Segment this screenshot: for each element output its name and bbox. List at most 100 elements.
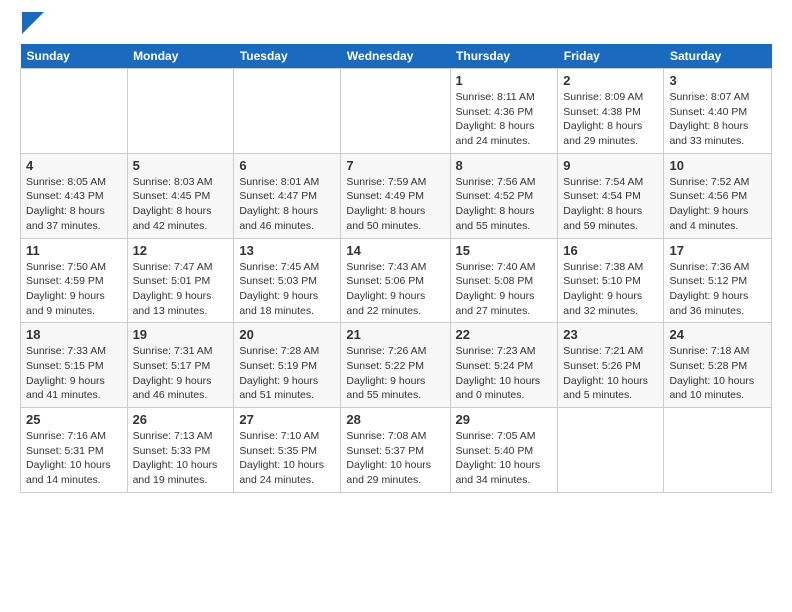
day-number: 8 <box>456 158 553 173</box>
calendar-cell: 20 Sunrise: 7:28 AM Sunset: 5:19 PM Dayli… <box>234 323 341 408</box>
day-info: Sunrise: 7:21 AM Sunset: 5:26 PM Dayligh… <box>563 344 658 403</box>
day-info: Sunrise: 7:13 AM Sunset: 5:33 PM Dayligh… <box>133 429 229 488</box>
col-header-wednesday: Wednesday <box>341 44 450 69</box>
calendar-cell: 16 Sunrise: 7:38 AM Sunset: 5:10 PM Dayli… <box>558 238 664 323</box>
calendar-week-4: 18 Sunrise: 7:33 AM Sunset: 5:15 PM Dayli… <box>21 323 772 408</box>
col-header-tuesday: Tuesday <box>234 44 341 69</box>
day-number: 4 <box>26 158 122 173</box>
calendar-week-3: 11 Sunrise: 7:50 AM Sunset: 4:59 PM Dayli… <box>21 238 772 323</box>
calendar-cell: 6 Sunrise: 8:01 AM Sunset: 4:47 PM Daylig… <box>234 153 341 238</box>
day-number: 23 <box>563 327 658 342</box>
calendar-cell: 1Sunrise: 8:11 AM Sunset: 4:36 PM Daylig… <box>450 69 558 154</box>
day-number: 10 <box>669 158 766 173</box>
calendar-cell: 9 Sunrise: 7:54 AM Sunset: 4:54 PM Daylig… <box>558 153 664 238</box>
calendar-cell: 11 Sunrise: 7:50 AM Sunset: 4:59 PM Dayli… <box>21 238 128 323</box>
col-header-saturday: Saturday <box>664 44 772 69</box>
day-number: 19 <box>133 327 229 342</box>
calendar-cell: 4 Sunrise: 8:05 AM Sunset: 4:43 PM Daylig… <box>21 153 128 238</box>
calendar-cell: 3 Sunrise: 8:07 AM Sunset: 4:40 PM Daylig… <box>664 69 772 154</box>
calendar-cell: 14 Sunrise: 7:43 AM Sunset: 5:06 PM Dayli… <box>341 238 450 323</box>
calendar-cell: 22 Sunrise: 7:23 AM Sunset: 5:24 PM Dayli… <box>450 323 558 408</box>
calendar-cell: 12 Sunrise: 7:47 AM Sunset: 5:01 PM Dayli… <box>127 238 234 323</box>
day-number: 18 <box>26 327 122 342</box>
day-number: 17 <box>669 243 766 258</box>
calendar-week-5: 25Sunrise: 7:16 AM Sunset: 5:31 PM Dayli… <box>21 408 772 493</box>
calendar-cell <box>234 69 341 154</box>
day-info: Sunrise: 7:54 AM Sunset: 4:54 PM Dayligh… <box>563 175 658 234</box>
col-header-thursday: Thursday <box>450 44 558 69</box>
calendar-cell <box>21 69 128 154</box>
calendar-cell: 17 Sunrise: 7:36 AM Sunset: 5:12 PM Dayli… <box>664 238 772 323</box>
calendar-cell: 19 Sunrise: 7:31 AM Sunset: 5:17 PM Dayli… <box>127 323 234 408</box>
day-info: Sunrise: 7:38 AM Sunset: 5:10 PM Dayligh… <box>563 260 658 319</box>
calendar-cell: 10 Sunrise: 7:52 AM Sunset: 4:56 PM Dayli… <box>664 153 772 238</box>
day-info: Sunrise: 8:09 AM Sunset: 4:38 PM Dayligh… <box>563 90 658 149</box>
day-info: Sunrise: 8:07 AM Sunset: 4:40 PM Dayligh… <box>669 90 766 149</box>
day-number: 20 <box>239 327 335 342</box>
calendar-header: SundayMondayTuesdayWednesdayThursdayFrid… <box>21 44 772 69</box>
col-header-friday: Friday <box>558 44 664 69</box>
day-number: 11 <box>26 243 122 258</box>
day-number: 7 <box>346 158 444 173</box>
calendar-cell: 5 Sunrise: 8:03 AM Sunset: 4:45 PM Daylig… <box>127 153 234 238</box>
day-info: Sunrise: 7:28 AM Sunset: 5:19 PM Dayligh… <box>239 344 335 403</box>
day-number: 1 <box>456 73 553 88</box>
day-number: 16 <box>563 243 658 258</box>
col-header-monday: Monday <box>127 44 234 69</box>
day-number: 6 <box>239 158 335 173</box>
day-number: 15 <box>456 243 553 258</box>
day-number: 2 <box>563 73 658 88</box>
calendar-table: SundayMondayTuesdayWednesdayThursdayFrid… <box>20 44 772 493</box>
day-number: 22 <box>456 327 553 342</box>
day-info: Sunrise: 7:52 AM Sunset: 4:56 PM Dayligh… <box>669 175 766 234</box>
day-info: Sunrise: 7:56 AM Sunset: 4:52 PM Dayligh… <box>456 175 553 234</box>
day-number: 21 <box>346 327 444 342</box>
day-info: Sunrise: 7:10 AM Sunset: 5:35 PM Dayligh… <box>239 429 335 488</box>
calendar-cell: 26 Sunrise: 7:13 AM Sunset: 5:33 PM Dayli… <box>127 408 234 493</box>
day-number: 12 <box>133 243 229 258</box>
day-info: Sunrise: 7:33 AM Sunset: 5:15 PM Dayligh… <box>26 344 122 403</box>
day-info: Sunrise: 8:03 AM Sunset: 4:45 PM Dayligh… <box>133 175 229 234</box>
day-info: Sunrise: 7:43 AM Sunset: 5:06 PM Dayligh… <box>346 260 444 319</box>
day-number: 26 <box>133 412 229 427</box>
calendar-cell <box>664 408 772 493</box>
calendar-cell: 21 Sunrise: 7:26 AM Sunset: 5:22 PM Dayli… <box>341 323 450 408</box>
day-info: Sunrise: 7:36 AM Sunset: 5:12 PM Dayligh… <box>669 260 766 319</box>
calendar-cell: 25Sunrise: 7:16 AM Sunset: 5:31 PM Dayli… <box>21 408 128 493</box>
calendar-week-2: 4 Sunrise: 8:05 AM Sunset: 4:43 PM Daylig… <box>21 153 772 238</box>
calendar-cell <box>127 69 234 154</box>
day-info: Sunrise: 7:23 AM Sunset: 5:24 PM Dayligh… <box>456 344 553 403</box>
calendar-cell: 7 Sunrise: 7:59 AM Sunset: 4:49 PM Daylig… <box>341 153 450 238</box>
day-number: 14 <box>346 243 444 258</box>
header <box>20 16 772 34</box>
day-info: Sunrise: 7:47 AM Sunset: 5:01 PM Dayligh… <box>133 260 229 319</box>
day-info: Sunrise: 8:01 AM Sunset: 4:47 PM Dayligh… <box>239 175 335 234</box>
day-number: 9 <box>563 158 658 173</box>
calendar-cell: 23 Sunrise: 7:21 AM Sunset: 5:26 PM Dayli… <box>558 323 664 408</box>
day-info: Sunrise: 7:59 AM Sunset: 4:49 PM Dayligh… <box>346 175 444 234</box>
day-number: 28 <box>346 412 444 427</box>
day-number: 24 <box>669 327 766 342</box>
col-header-sunday: Sunday <box>21 44 128 69</box>
day-number: 13 <box>239 243 335 258</box>
day-info: Sunrise: 7:40 AM Sunset: 5:08 PM Dayligh… <box>456 260 553 319</box>
calendar-cell: 2 Sunrise: 8:09 AM Sunset: 4:38 PM Daylig… <box>558 69 664 154</box>
calendar-cell: 29Sunrise: 7:05 AM Sunset: 5:40 PM Dayli… <box>450 408 558 493</box>
day-info: Sunrise: 7:26 AM Sunset: 5:22 PM Dayligh… <box>346 344 444 403</box>
day-number: 5 <box>133 158 229 173</box>
calendar-cell: 18 Sunrise: 7:33 AM Sunset: 5:15 PM Dayli… <box>21 323 128 408</box>
day-info: Sunrise: 7:31 AM Sunset: 5:17 PM Dayligh… <box>133 344 229 403</box>
calendar-cell <box>558 408 664 493</box>
calendar-cell: 24Sunrise: 7:18 AM Sunset: 5:28 PM Dayli… <box>664 323 772 408</box>
day-info: Sunrise: 7:45 AM Sunset: 5:03 PM Dayligh… <box>239 260 335 319</box>
day-info: Sunrise: 7:16 AM Sunset: 5:31 PM Dayligh… <box>26 429 122 488</box>
calendar-cell: 15 Sunrise: 7:40 AM Sunset: 5:08 PM Dayli… <box>450 238 558 323</box>
calendar-week-1: 1Sunrise: 8:11 AM Sunset: 4:36 PM Daylig… <box>21 69 772 154</box>
calendar-cell: 13 Sunrise: 7:45 AM Sunset: 5:03 PM Dayli… <box>234 238 341 323</box>
day-number: 3 <box>669 73 766 88</box>
day-number: 27 <box>239 412 335 427</box>
day-info: Sunrise: 7:50 AM Sunset: 4:59 PM Dayligh… <box>26 260 122 319</box>
calendar-cell: 27 Sunrise: 7:10 AM Sunset: 5:35 PM Dayli… <box>234 408 341 493</box>
day-info: Sunrise: 7:05 AM Sunset: 5:40 PM Dayligh… <box>456 429 553 488</box>
day-info: Sunrise: 8:05 AM Sunset: 4:43 PM Dayligh… <box>26 175 122 234</box>
